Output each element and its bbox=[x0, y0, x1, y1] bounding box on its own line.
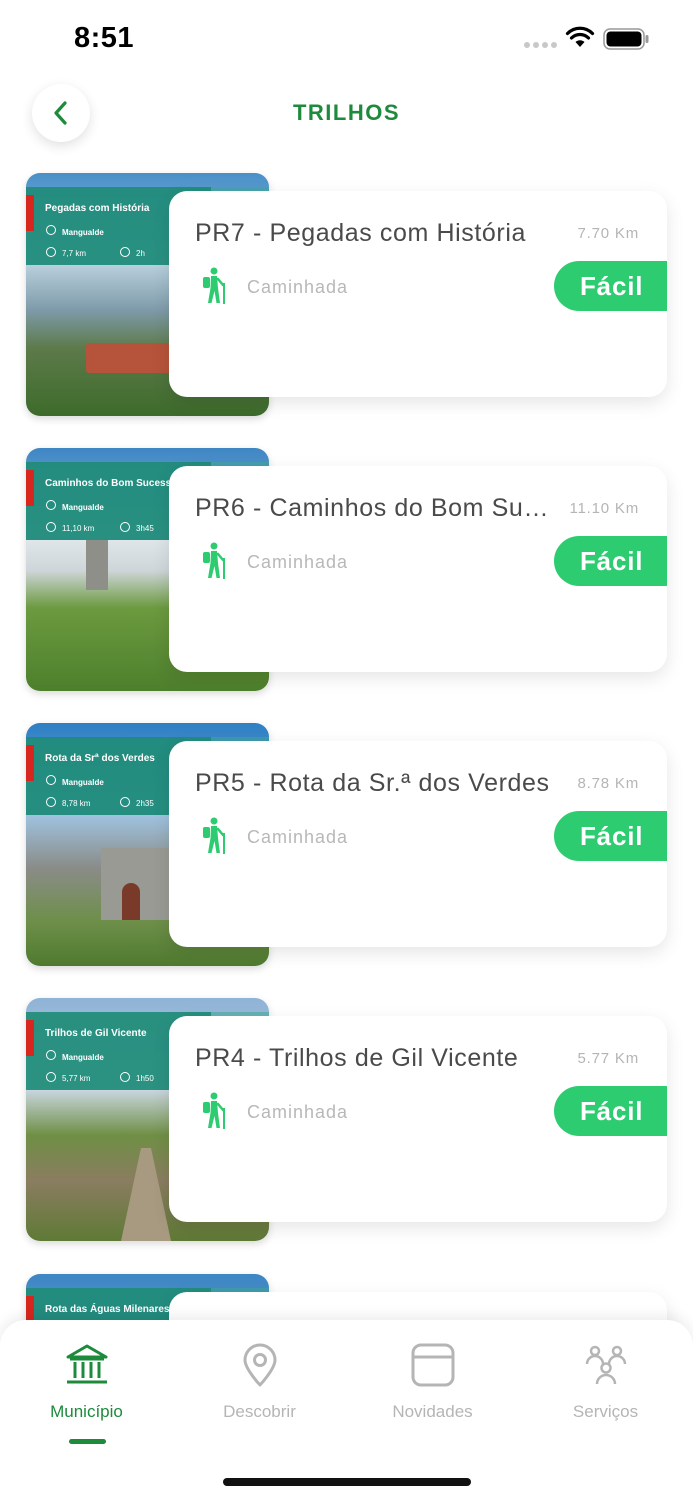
thumb-distance: 8,78 km bbox=[62, 799, 91, 808]
difficulty-badge: Fácil bbox=[554, 811, 667, 861]
trail-list-item[interactable]: Caminhos do Bom Sucesso Mangualde 11,10 … bbox=[0, 448, 693, 693]
trail-card[interactable]: PR6 - Caminhos do Bom Sucesso 11.10 Km C… bbox=[169, 466, 667, 672]
hiker-icon bbox=[203, 267, 225, 304]
tab-novidades[interactable]: Novidades bbox=[346, 1320, 519, 1450]
trail-name: PR4 - Trilhos de Gil Vicente bbox=[195, 1044, 519, 1072]
difficulty-badge: Fácil bbox=[554, 536, 667, 586]
difficulty-badge: Fácil bbox=[554, 261, 667, 311]
tab-descobrir[interactable]: Descobrir bbox=[173, 1320, 346, 1450]
thumb-title: Trilhos de Gil Vicente bbox=[45, 1028, 147, 1039]
hiker-icon bbox=[203, 817, 225, 854]
thumb-duration: 2h bbox=[136, 249, 145, 258]
thumb-place: Mangualde bbox=[62, 503, 104, 512]
thumb-duration: 2h35 bbox=[136, 799, 154, 808]
thumb-place: Mangualde bbox=[62, 778, 104, 787]
trail-type: Caminhada bbox=[247, 277, 349, 297]
thumb-duration: 1h50 bbox=[136, 1074, 154, 1083]
thumb-title: Caminhos do Bom Sucesso bbox=[45, 478, 178, 489]
tab-label: Novidades bbox=[392, 1402, 473, 1421]
status-time: 8:51 bbox=[74, 22, 135, 54]
hiker-icon bbox=[203, 1092, 225, 1129]
home-indicator bbox=[223, 1478, 471, 1486]
difficulty-badge: Fácil bbox=[554, 1086, 667, 1136]
active-tab-indicator bbox=[69, 1439, 106, 1444]
wifi-icon bbox=[565, 26, 595, 47]
status-bar: 8:51 bbox=[0, 0, 693, 80]
town-hall-icon bbox=[66, 1344, 107, 1384]
trail-distance: 5.77 Km bbox=[577, 1050, 639, 1067]
thumb-title: Rota das Águas Milenares bbox=[45, 1304, 170, 1315]
thumb-place: Mangualde bbox=[62, 228, 104, 237]
thumb-distance: 11,10 km bbox=[62, 524, 95, 533]
trail-distance: 8.78 Km bbox=[577, 775, 639, 792]
trail-card[interactable]: PR4 - Trilhos de Gil Vicente 5.77 Km Cam… bbox=[169, 1016, 667, 1222]
trail-name: PR5 - Rota da Sr.ª dos Verdes bbox=[195, 769, 550, 797]
thumb-duration: 3h45 bbox=[136, 524, 154, 533]
trail-distance: 7.70 Km bbox=[577, 225, 639, 242]
thumb-distance: 7,7 km bbox=[62, 249, 87, 258]
tab-label: Descobrir bbox=[223, 1402, 296, 1421]
news-card-icon bbox=[411, 1343, 454, 1387]
trail-type: Caminhada bbox=[247, 552, 349, 572]
thumb-place: Mangualde bbox=[62, 1053, 104, 1062]
trail-name: PR7 - Pegadas com História bbox=[195, 219, 527, 247]
trail-list-item[interactable]: Trilhos de Gil Vicente Mangualde 5,77 km… bbox=[0, 998, 693, 1243]
map-pin-icon bbox=[243, 1343, 276, 1387]
trail-list-item[interactable]: Rota da Srª dos Verdes Mangualde 8,78 km… bbox=[0, 723, 693, 968]
bottom-tab-bar: Município Descobrir Novidades Serviços bbox=[0, 1320, 693, 1500]
cellular-signal-icon bbox=[524, 42, 557, 48]
people-services-icon bbox=[585, 1345, 626, 1385]
trail-list-item[interactable]: Pegadas com História Mangualde 7,7 km 2h… bbox=[0, 173, 693, 418]
tab-municipio[interactable]: Município bbox=[0, 1320, 173, 1450]
trail-type: Caminhada bbox=[247, 827, 349, 847]
tab-servicos[interactable]: Serviços bbox=[519, 1320, 692, 1450]
hiker-icon bbox=[203, 542, 225, 579]
trail-card[interactable]: PR5 - Rota da Sr.ª dos Verdes 8.78 Km Ca… bbox=[169, 741, 667, 947]
trail-distance: 11.10 Km bbox=[569, 500, 639, 517]
tab-label: Município bbox=[50, 1402, 123, 1421]
thumb-distance: 5,77 km bbox=[62, 1074, 91, 1083]
page-title: TRILHOS bbox=[292, 100, 401, 125]
battery-icon bbox=[603, 28, 649, 50]
trail-card[interactable]: PR7 - Pegadas com História 7.70 Km Camin… bbox=[169, 191, 667, 397]
thumb-title: Rota da Srª dos Verdes bbox=[45, 753, 155, 764]
thumb-title: Pegadas com História bbox=[45, 203, 150, 214]
trail-type: Caminhada bbox=[247, 1102, 349, 1122]
trail-name: PR6 - Caminhos do Bom Sucesso bbox=[195, 494, 555, 522]
tab-label: Serviços bbox=[572, 1402, 639, 1421]
